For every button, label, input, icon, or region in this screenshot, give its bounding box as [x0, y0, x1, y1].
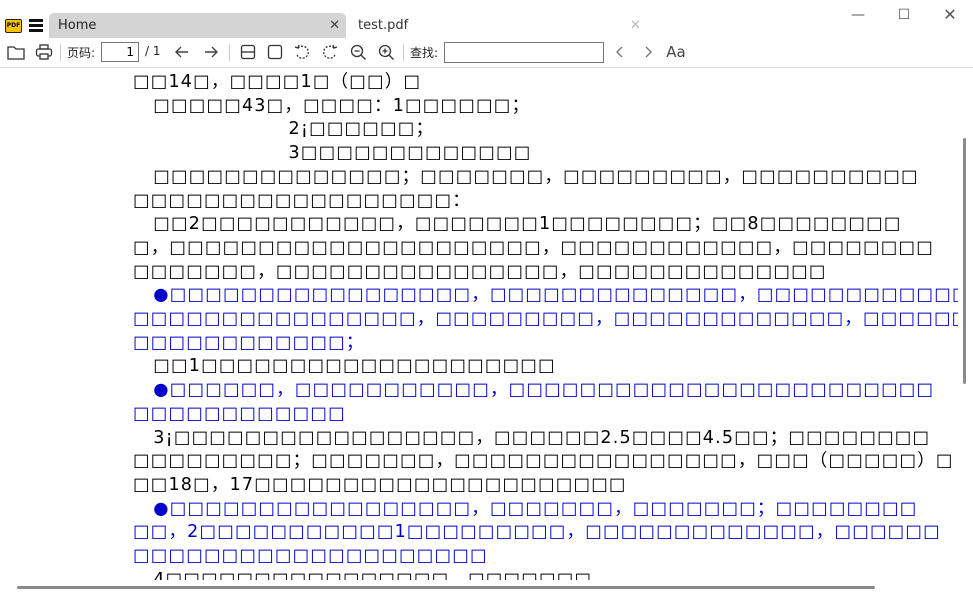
document-text-line: □□□□□□□□□；□□□□□□□，□□□□□□□□□□□□□□□□，□□□（□… — [133, 451, 954, 472]
next-page-button[interactable] — [201, 42, 221, 62]
rotate-left-icon — [294, 44, 309, 59]
app-logo-icon: PDF — [5, 19, 22, 33]
tab-home-close-icon[interactable]: ✕ — [329, 13, 340, 38]
window-maximize-button[interactable]: ☐ — [893, 4, 915, 26]
folder-icon — [7, 45, 25, 60]
font-size-icon: Aa — [666, 43, 686, 61]
zoom-in-button[interactable] — [376, 42, 396, 62]
document-text-line: □□□□□□□□□□□□ — [133, 403, 346, 424]
fit-width-icon — [240, 44, 256, 60]
tab-test-pdf-label: test.pdf — [358, 18, 409, 33]
document-view[interactable]: □□14□，□□□□1□（□□）□ □□□□□43□，□□□□：1□□□□□□；… — [0, 68, 958, 580]
document-text-line: □□1□□□□□□□□□□□□□□□□□□□□ — [133, 356, 556, 377]
window-close-button[interactable]: ✕ — [939, 4, 961, 26]
toolbar-separator — [60, 44, 61, 61]
arrow-left-icon — [175, 46, 188, 58]
fit-page-icon — [267, 44, 283, 60]
document-text-line: □□□□□□□□□□□□□□□□□□□□ — [133, 546, 488, 566]
horizontal-scroll-thumb[interactable] — [17, 586, 875, 589]
window-minimize-button[interactable]: — — [847, 4, 869, 26]
document-text-line: □□2□□□□□□□□□□□，□□□□□□□1□□□□□□□□；□□8□□□□□… — [133, 214, 902, 235]
document-text-line: 4□□□□□□□□□□□□□□□□，□□□□□□□ — [133, 569, 593, 580]
document-text-line: □□，2□□□□□□□□□□□1□□□□□□□□□，□□□□□□□□□□□□□，… — [133, 522, 941, 543]
toolbar: 页码: / 1 — [0, 38, 973, 68]
find-previous-button[interactable] — [611, 42, 629, 62]
tab-test-pdf[interactable]: test.pdf ✕ — [350, 13, 650, 38]
document-text-line: 3□□□□□□□□□□□□□ — [133, 143, 532, 164]
font-size-button[interactable]: Aa — [665, 42, 687, 62]
toolbar-separator — [403, 44, 404, 61]
document-text-line: □□□□□□□□□□□□□□；□□□□□□□，□□□□□□□□□，□□□□□□□… — [133, 166, 919, 187]
vertical-scroll-thumb[interactable] — [963, 138, 966, 384]
open-file-button[interactable] — [6, 42, 26, 62]
arrow-right-icon — [205, 46, 218, 58]
document-text-line: 3¡□□□□□□□□□□□□□□□□□，□□□□□□2.5□□□□4.5□□；□… — [133, 427, 931, 448]
document-text-line: □□□□□43□，□□□□：1□□□□□□； — [133, 95, 531, 116]
document-text-line: ●□□□□□□，□□□□□□□□□□□，□□□□□□□□□□□□□□□□□□□□… — [133, 380, 935, 401]
document-text-line: □□14□，□□□□1□（□□）□ — [133, 72, 422, 92]
rotate-right-icon — [323, 44, 338, 59]
document-text-line: ●□□□□□□□□□□□□□□□□□，□□□□□□□□□□□□□□，□□□□□□… — [133, 285, 958, 306]
document-text-line: □，□□□□□□□□□□□□□□□□□□□□□，□□□□□□□□□□□□，□□□… — [133, 237, 934, 258]
rotate-left-button[interactable] — [292, 42, 312, 62]
document-text-line: □□□□□□□，□□□□□□□□□□□□□□□□，□□□□□□□□□□□□□□ — [133, 261, 827, 282]
tab-test-pdf-close-icon[interactable]: ✕ — [630, 13, 641, 38]
rotate-right-button[interactable] — [320, 42, 340, 62]
document-text-line: ●□□□□□□□□□□□□□□□□□，□□□□□□□，□□□□□□□；□□□□□… — [133, 498, 918, 519]
find-input[interactable] — [444, 42, 604, 63]
document-text-line: □□□□□□□□□□□□□□□□□□： — [133, 190, 471, 211]
fit-width-button[interactable] — [238, 42, 258, 62]
chevron-left-icon — [616, 46, 623, 58]
tab-home[interactable]: Home ✕ — [49, 13, 346, 38]
zoom-in-icon — [378, 44, 394, 60]
document-text-line: □□18□，17□□□□□□□□□□□□□□□□□□□□□ — [133, 474, 627, 495]
zoom-out-icon — [350, 44, 366, 60]
page-total: / 1 — [145, 44, 161, 58]
fit-page-button[interactable] — [265, 42, 285, 62]
print-button[interactable] — [34, 42, 54, 62]
previous-page-button[interactable] — [172, 42, 192, 62]
toolbar-separator — [229, 44, 230, 61]
page-label: 页码: — [67, 46, 96, 60]
chevron-right-icon — [645, 46, 652, 58]
tab-home-label: Home — [58, 18, 97, 33]
document-text-line: □□□□□□□□□□□□□□□□，□□□□□□□□□，□□□□□□□□□□□□□… — [133, 309, 958, 329]
document-text-line: 2¡□□□□□□； — [133, 119, 435, 140]
hamburger-menu-icon[interactable] — [29, 19, 43, 32]
horizontal-scrollbar[interactable] — [0, 580, 973, 595]
zoom-out-button[interactable] — [348, 42, 368, 62]
vertical-scrollbar[interactable] — [958, 68, 973, 580]
find-label: 查找: — [410, 46, 439, 60]
page-number-input[interactable] — [101, 42, 139, 62]
find-next-button[interactable] — [639, 42, 657, 62]
printer-icon — [35, 44, 53, 60]
tab-bar: PDF Home ✕ test.pdf ✕ — ☐ ✕ — [0, 0, 973, 38]
document-text-line: □□□□□□□□□□□□； — [133, 332, 365, 353]
